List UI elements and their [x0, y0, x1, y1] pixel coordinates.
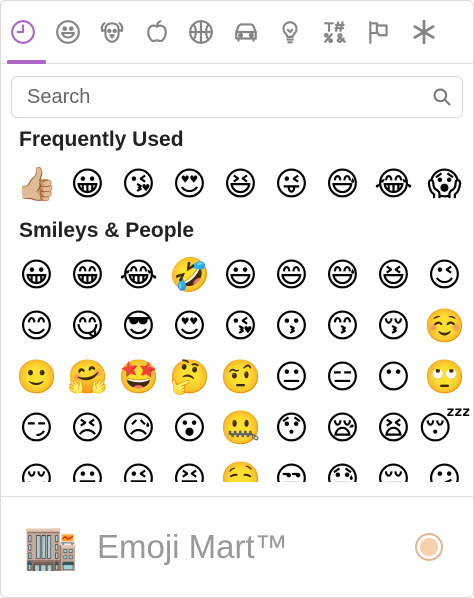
emoji-button[interactable]: 😮	[164, 402, 215, 453]
category-symbols[interactable]	[313, 1, 358, 63]
flag-icon	[369, 21, 388, 44]
category-flags[interactable]	[357, 1, 402, 63]
emoji-button[interactable]: 🤤	[215, 453, 266, 482]
emoji-button[interactable]: 😴	[418, 402, 471, 453]
emoji-button[interactable]: 😜	[113, 453, 164, 482]
emoji-button[interactable]: 😯	[266, 402, 317, 453]
emoji-button[interactable]: 😊	[11, 300, 62, 351]
emoji-button[interactable]: 😥	[113, 402, 164, 453]
emoji-button[interactable]: 🤣	[164, 249, 215, 300]
emoji-button[interactable]: 😔	[368, 453, 419, 482]
emoji-button[interactable]: ☺️	[419, 300, 470, 351]
smiley-icon	[55, 20, 80, 44]
emoji-button[interactable]: 🤔	[164, 351, 215, 402]
skin-tone-selector[interactable]	[417, 535, 441, 559]
emoji-button[interactable]: 😣	[62, 402, 113, 453]
emoji-button[interactable]: 🤩	[113, 351, 164, 402]
category-custom[interactable]	[402, 1, 447, 63]
emoji-button[interactable]: 😀	[62, 158, 113, 209]
emoji-button[interactable]: 😶	[368, 351, 419, 402]
category-people[interactable]	[46, 1, 91, 63]
emoji-button[interactable]: 😗	[266, 300, 317, 351]
emoji-button[interactable]: 😓	[317, 453, 368, 482]
apple-icon	[146, 20, 167, 43]
category-nature[interactable]	[90, 1, 135, 63]
symbols-icon	[323, 21, 346, 44]
emoji-button[interactable]: 😒	[266, 453, 317, 482]
category-bar	[1, 1, 473, 64]
emoji-button[interactable]: 😕	[419, 453, 470, 482]
emoji-button[interactable]: 😑	[317, 351, 368, 402]
category-places[interactable]	[224, 1, 269, 63]
emoji-button[interactable]: 🤨	[215, 351, 266, 402]
search-icon[interactable]	[422, 87, 462, 107]
emoji-button[interactable]: 😚	[368, 300, 419, 351]
asterisk-icon	[413, 19, 435, 45]
emoji-button[interactable]: 😅	[317, 249, 368, 300]
dog-icon	[100, 22, 124, 43]
emoji-button[interactable]: 🙂	[11, 351, 62, 402]
emoji-picker: Frequently Used👍🏼😀😘😍😆😜😅😂😱Smileys & Peopl…	[0, 0, 474, 598]
preview-title: Emoji Mart™	[97, 528, 288, 565]
emoji-button[interactable]: 😘	[113, 158, 164, 209]
emoji-button[interactable]: 😏	[11, 402, 62, 453]
emoji-button[interactable]: 😀	[11, 249, 62, 300]
section-title: Frequently Used	[19, 128, 184, 151]
category-foods[interactable]	[135, 1, 180, 63]
emoji-button[interactable]: 😘	[215, 300, 266, 351]
emoji-grid: 👍🏼 😀 😘 😍 😆 😜 😅 😂 😱	[11, 158, 471, 209]
emoji-button[interactable]: 😁	[62, 249, 113, 300]
emoji-button[interactable]: 😐	[266, 351, 317, 402]
emoji-button[interactable]: 😍	[164, 158, 215, 209]
bulb-icon	[282, 21, 298, 44]
emoji-button[interactable]: 😃	[215, 249, 266, 300]
emoji-button[interactable]: 😱	[419, 158, 470, 209]
emoji-button[interactable]: 😎	[113, 300, 164, 351]
emoji-button[interactable]: 😉	[419, 249, 470, 300]
emoji-button[interactable]: 👍🏼	[11, 158, 62, 209]
ball-icon	[189, 20, 214, 44]
emoji-button[interactable]: 😂	[368, 158, 419, 209]
emoji-grid: 😀 😁 😂 🤣 😃 😄 😅 😆 😉 😊 😋 😎 😍 😘 😗 😙 😚 ☺️ 🙂 🤗 🤩 🤔 🤨 😐 😑 😶 🙄 😏 😣 😥 😮 🤐 😯 😪 😫 😴 😌 😛 😜…	[11, 249, 471, 482]
emoji-button[interactable]: 😪	[317, 402, 368, 453]
emoji-button[interactable]: 😆	[215, 158, 266, 209]
emoji-button[interactable]: 🤗	[62, 351, 113, 402]
car-icon	[234, 23, 257, 42]
emoji-button[interactable]: 🤐	[215, 402, 266, 453]
search-box	[11, 76, 463, 118]
category-recent[interactable]	[1, 1, 46, 64]
emoji-button[interactable]: 😜	[266, 158, 317, 209]
emoji-button[interactable]: 😂	[113, 249, 164, 300]
emoji-button[interactable]: 😝	[164, 453, 215, 482]
category-activity[interactable]	[179, 1, 224, 63]
emoji-button[interactable]: 😅	[317, 158, 368, 209]
emoji-button[interactable]: 🙄	[419, 351, 470, 402]
emoji-button[interactable]: 😍	[164, 300, 215, 351]
emoji-scroll-area[interactable]: Frequently Used 👍🏼 😀 😘 😍 😆 😜 😅 😂 😱 Smileys & Peopl…	[1, 118, 473, 482]
emoji-button[interactable]: 😙	[317, 300, 368, 351]
clock-icon	[11, 20, 36, 44]
preview-bar: 🏬 Emoji Mart™	[1, 496, 473, 597]
section-title: Smileys & People	[19, 219, 195, 242]
emoji-button[interactable]: 😄	[266, 249, 317, 300]
emoji-button[interactable]: 😛	[62, 453, 113, 482]
category-objects[interactable]	[268, 1, 313, 63]
emoji-button[interactable]: 😌	[11, 453, 62, 482]
emoji-button[interactable]: 😫	[368, 402, 419, 453]
search-input[interactable]	[12, 85, 422, 109]
emoji-button[interactable]: 😆	[368, 249, 419, 300]
preview-emoji: 🏬	[23, 522, 79, 573]
emoji-button[interactable]: 😋	[62, 300, 113, 351]
